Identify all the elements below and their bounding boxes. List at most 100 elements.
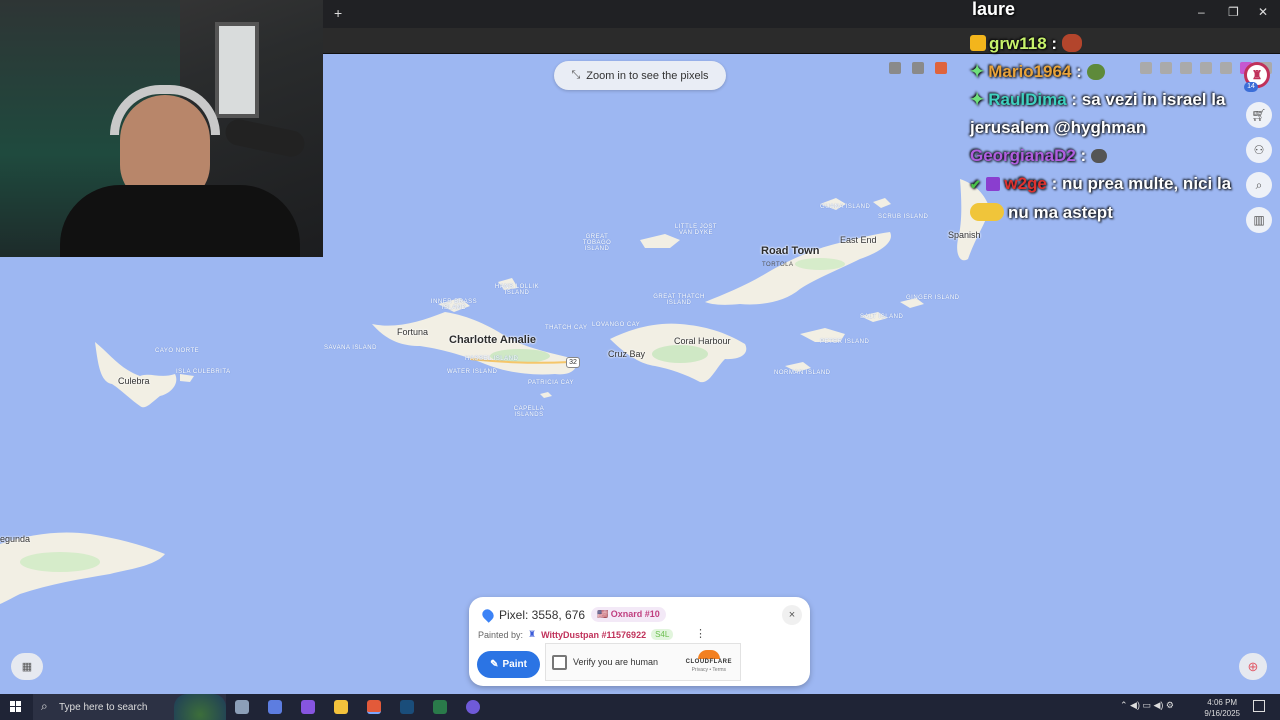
- notifications-icon[interactable]: [1253, 700, 1265, 712]
- label-hans-lollik: HANS LOLLIK ISLAND: [494, 284, 540, 296]
- label-great-tobago: GREAT TOBAGO ISLAND: [582, 234, 612, 252]
- chat-username: grw118: [989, 34, 1047, 53]
- label-guana-island: GUANA ISLAND: [820, 204, 871, 210]
- location-pin-icon: [480, 606, 496, 623]
- search-icon: ⌕: [41, 699, 48, 713]
- label-cayo-norte: CAYO NORTE: [155, 348, 200, 354]
- chat-text: :: [1080, 146, 1087, 165]
- label-spanish-town: Spanish: [948, 230, 981, 240]
- paint-button-label: Paint: [502, 659, 527, 670]
- search-icon[interactable]: ⌕: [1246, 172, 1272, 198]
- chat-username: Mario1964: [988, 62, 1072, 81]
- region-badge[interactable]: 🇺🇸 Oxnard #10: [591, 607, 666, 622]
- cloudflare-text: CLOUDFLARE: [685, 659, 732, 665]
- painter-flag-icon: ♜: [528, 629, 537, 639]
- painter-name[interactable]: WittyDustpan #11576922: [541, 630, 646, 640]
- cloudflare-links[interactable]: Privacy • Terms: [686, 667, 732, 673]
- label-little-jost: LITTLE JOST VAN DYKE: [674, 224, 718, 236]
- level-badge: 14: [1244, 82, 1258, 92]
- sub-badge-icon: [985, 177, 1000, 191]
- verify-label: Verify you are human: [573, 657, 659, 667]
- cloudflare-captcha: Verify you are human CLOUDFLARE Privacy …: [545, 643, 741, 681]
- route-32-shield: 32: [566, 357, 580, 368]
- pixel-info-panel: Pixel: 3558, 676 🇺🇸 Oxnard #10 × Painted…: [469, 597, 810, 686]
- label-thatch-cay: THATCH CAY: [545, 325, 588, 331]
- emote-icon: [970, 203, 1004, 221]
- taskbar-search-input[interactable]: ⌕ Type here to search: [33, 694, 226, 720]
- target-icon: ⊕: [1247, 658, 1259, 674]
- new-tab-button[interactable]: +: [334, 5, 342, 21]
- label-inner-brass: INNER BRASS ISLAND: [430, 299, 478, 311]
- weather-widget-icon[interactable]: [174, 694, 226, 720]
- label-water-island: WATER ISLAND: [447, 369, 498, 375]
- cloudflare-branding: CLOUDFLARE Privacy • Terms: [686, 650, 732, 673]
- chat-message: nu ma astept: [970, 199, 1250, 227]
- copilot-icon[interactable]: [268, 700, 282, 714]
- brave-shield-icon[interactable]: [935, 62, 947, 74]
- leaderboard-icon[interactable]: ▥: [1246, 207, 1272, 233]
- verify-checkbox[interactable]: [552, 654, 567, 670]
- clock-date: 9/16/2025: [1204, 709, 1240, 718]
- label-cruz-bay: Cruz Bay: [608, 349, 646, 359]
- label-tortola: TORTOLA: [762, 262, 794, 268]
- zoom-hint-pill[interactable]: ⤡ Zoom in to see the pixels: [554, 61, 726, 90]
- layers-button[interactable]: ▦: [11, 653, 43, 680]
- more-options-icon[interactable]: ⋮: [695, 627, 706, 640]
- shop-cart-icon[interactable]: 🛒︎: [1246, 102, 1272, 128]
- zoom-icon: ⤡: [571, 69, 581, 81]
- app-icon[interactable]: [301, 700, 315, 714]
- tray-icons[interactable]: ⌃ ◀) ▭ ◀) ⚙: [1120, 700, 1174, 711]
- screen: Charlotte Amalie Road Town East End Cruz…: [0, 0, 1280, 720]
- chat-text: :: [1051, 34, 1058, 53]
- chat-text: : nu prea multe, nici la: [1051, 174, 1232, 193]
- label-capella-islands: CAPELLA ISLANDS: [513, 406, 545, 418]
- share-icon[interactable]: [912, 62, 924, 74]
- pixel-label: Pixel: 3558, 676: [499, 607, 586, 622]
- crown-badge-icon: [970, 35, 986, 51]
- windows-start-icon[interactable]: [10, 701, 22, 713]
- chat-username: w2ge: [1004, 174, 1047, 193]
- star-badge-icon: ✦: [970, 90, 985, 109]
- label-charlotte-amalie: Charlotte Amalie: [449, 334, 537, 346]
- label-salt-island: SALT ISLAND: [860, 314, 904, 320]
- close-window-button[interactable]: ✕: [1258, 5, 1268, 19]
- chat-text: :: [1076, 62, 1082, 81]
- locate-button[interactable]: ⊕: [1239, 653, 1267, 680]
- label-peter-island: PETER ISLAND: [820, 339, 870, 345]
- discord-icon[interactable]: [466, 700, 480, 714]
- minimize-button[interactable]: –: [1198, 5, 1205, 19]
- file-explorer-icon[interactable]: [334, 700, 348, 714]
- alliance-icon[interactable]: ⚇: [1246, 137, 1272, 163]
- clock[interactable]: 4:06 PM 9/16/2025: [1204, 697, 1240, 719]
- paint-button[interactable]: ✎ Paint: [477, 651, 540, 678]
- steam-icon[interactable]: [400, 700, 414, 714]
- painted-by-row: Painted by: ♜ WittyDustpan #11576922 S4L: [478, 629, 674, 640]
- search-placeholder: Type here to search: [59, 701, 148, 713]
- xbox-icon[interactable]: [433, 700, 447, 714]
- emote-icon: [1061, 34, 1082, 52]
- label-ginger-island: GINGER ISLAND: [906, 295, 960, 301]
- label-great-thatch: GREAT THATCH ISLAND: [653, 294, 705, 306]
- star-badge-icon: ✦: [970, 62, 985, 81]
- close-panel-button[interactable]: ×: [782, 605, 802, 625]
- label-scrub-island: SCRUB ISLAND: [878, 214, 929, 220]
- label-norman-island: NORMAN ISLAND: [774, 370, 831, 376]
- cast-icon[interactable]: [889, 62, 901, 74]
- label-isla-culebrita: ISLA CULEBRITA: [176, 369, 231, 375]
- layers-icon: ▦: [21, 661, 33, 673]
- restore-button[interactable]: ❐: [1228, 5, 1239, 19]
- brush-icon: ✎: [490, 659, 499, 670]
- label-coral-harbour: Coral Harbour: [674, 336, 731, 346]
- webcam-window: [215, 22, 259, 118]
- label-patricia-cay: PATRICIA CAY: [528, 380, 575, 386]
- clock-time: 4:06 PM: [1207, 698, 1238, 707]
- task-view-icon[interactable]: [235, 700, 249, 714]
- stream-channel-name: laure: [972, 0, 1016, 19]
- label-hassel-island: HASSEL ISLAND: [465, 356, 519, 362]
- chat-overlay: grw118 : ✦ Mario1964 : ✦ RaulDima : sa vez…: [970, 30, 1250, 227]
- brave-browser-icon[interactable]: [367, 700, 381, 714]
- windows-taskbar: ⌕ Type here to search ⌃ ◀) ▭ ◀) ⚙ 4:06 P…: [0, 694, 1280, 720]
- chat-message: ✔ w2ge : nu prea multe, nici la: [970, 170, 1250, 199]
- chat-username: RaulDima: [988, 90, 1067, 109]
- painted-by-label: Painted by:: [478, 629, 524, 640]
